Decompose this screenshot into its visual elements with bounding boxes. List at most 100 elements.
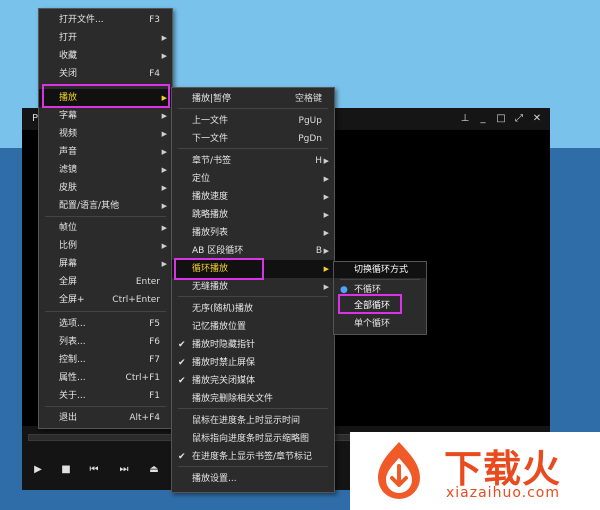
submenu-arrow-icon: ▶ bbox=[323, 283, 329, 291]
main-context-menu: 打开文件... F3 打开 ▶ 收藏 ▶ 关闭 F4 播放 ▶ 字幕 ▶ 视频 ▶ 声音 ▶ 滤镜 ▶ 皮肤 ▶ 配置/… bbox=[38, 8, 173, 429]
main-item[interactable]: 滤镜 ▶ bbox=[39, 161, 172, 179]
main-item[interactable]: 控制... F7 bbox=[39, 351, 172, 369]
play-item[interactable]: 无缝播放 ▶ bbox=[172, 278, 334, 296]
main-item[interactable]: 选项... F5 bbox=[39, 315, 172, 333]
main-item[interactable]: 视频 ▶ bbox=[39, 125, 172, 143]
loop-item[interactable]: ● 不循环 bbox=[334, 282, 426, 299]
play-item-label: 无缝播放 bbox=[192, 282, 229, 292]
play-item[interactable]: 鼠标指向进度条时显示缩略图 bbox=[172, 430, 334, 448]
pin-icon[interactable]: ⊥ bbox=[458, 112, 472, 126]
play-item-label: 记忆播放位置 bbox=[192, 322, 247, 332]
radio-dot-icon: ● bbox=[340, 285, 348, 295]
submenu-arrow-icon: ▶ bbox=[161, 242, 167, 250]
main-item[interactable]: 退出 Alt+F4 bbox=[39, 409, 172, 427]
loop-item-label: 不循环 bbox=[354, 285, 382, 295]
main-item-label: 配置/语言/其他 bbox=[59, 201, 120, 211]
stop-icon[interactable]: ■ bbox=[56, 460, 76, 480]
flame-logo-icon bbox=[378, 442, 420, 499]
loop-item-label: 全部循环 bbox=[354, 301, 391, 311]
submenu-arrow-icon: ▶ bbox=[323, 265, 329, 273]
play-item-label: AB 区段循环 bbox=[192, 246, 244, 256]
loop-item[interactable]: 单个循环 bbox=[334, 316, 426, 333]
play-item-shortcut: H bbox=[315, 156, 322, 166]
submenu-arrow-icon: ▶ bbox=[161, 202, 167, 210]
play-item-shortcut: 空格键 bbox=[294, 94, 322, 104]
main-item-shortcut: F6 bbox=[149, 337, 160, 347]
play-item[interactable]: AB 区段循环 B ▶ bbox=[172, 242, 334, 260]
play-item[interactable]: 鼠标在进度条上时显示时间 bbox=[172, 412, 334, 430]
menu-separator bbox=[178, 408, 328, 409]
play-item[interactable]: ✔ 播放时禁止屏保 bbox=[172, 354, 334, 372]
next-icon[interactable]: ⏭ bbox=[114, 460, 134, 480]
checkmark-icon: ✔ bbox=[178, 452, 186, 462]
main-item-shortcut: F1 bbox=[149, 391, 160, 401]
watermark-logo: 下载火 xiazaihuo.com bbox=[350, 432, 600, 510]
main-item[interactable]: 声音 ▶ bbox=[39, 143, 172, 161]
play-item-label: 上一文件 bbox=[192, 116, 229, 126]
play-item[interactable]: 播放列表 ▶ bbox=[172, 224, 334, 242]
submenu-arrow-icon: ▶ bbox=[161, 148, 167, 156]
main-item[interactable]: 全屏+ Ctrl+Enter bbox=[39, 291, 172, 309]
menu-separator bbox=[45, 311, 166, 312]
main-item[interactable]: 打开 ▶ bbox=[39, 29, 172, 47]
minimize-icon[interactable]: _ bbox=[476, 112, 490, 126]
restore-icon[interactable]: □ bbox=[494, 112, 508, 126]
play-item[interactable]: ✔ 播放完关闭媒体 bbox=[172, 372, 334, 390]
main-item-label: 打开 bbox=[59, 33, 78, 43]
main-item[interactable]: 皮肤 ▶ bbox=[39, 179, 172, 197]
main-item-shortcut: F5 bbox=[149, 319, 160, 329]
main-item-label: 播放 bbox=[59, 93, 78, 103]
loop-item[interactable]: 全部循环 bbox=[334, 298, 426, 315]
main-item-label: 声音 bbox=[59, 147, 78, 157]
play-item[interactable]: 播放|暂停 空格键 bbox=[172, 90, 334, 108]
play-item[interactable]: ✔ 播放时隐藏指针 bbox=[172, 336, 334, 354]
main-item[interactable]: 比例 ▶ bbox=[39, 237, 172, 255]
main-item-label: 全屏+ bbox=[59, 295, 85, 305]
main-item-label: 关闭 bbox=[59, 69, 78, 79]
main-item[interactable]: 帧位 ▶ bbox=[39, 219, 172, 237]
fullscreen-icon[interactable]: ⤢ bbox=[512, 112, 526, 126]
play-item[interactable]: 播放完删除相关文件 bbox=[172, 390, 334, 408]
play-item[interactable]: 记忆播放位置 bbox=[172, 318, 334, 336]
play-item[interactable]: 播放设置... bbox=[172, 470, 334, 488]
submenu-arrow-icon: ▶ bbox=[161, 112, 167, 120]
main-item[interactable]: 属性... Ctrl+F1 bbox=[39, 369, 172, 387]
main-item-label: 控制... bbox=[59, 355, 86, 365]
play-item[interactable]: 播放速度 ▶ bbox=[172, 188, 334, 206]
play-item[interactable]: 跳略播放 ▶ bbox=[172, 206, 334, 224]
brand-url: xiazaihuo.com bbox=[446, 485, 560, 501]
play-item[interactable]: 章节/书签 H ▶ bbox=[172, 152, 334, 170]
main-item[interactable]: 播放 ▶ bbox=[39, 89, 172, 107]
play-icon[interactable]: ▶ bbox=[28, 460, 48, 480]
play-item-label: 下一文件 bbox=[192, 134, 229, 144]
main-item[interactable]: 列表... F6 bbox=[39, 333, 172, 351]
close-icon[interactable]: ✕ bbox=[530, 112, 544, 126]
main-item[interactable]: 全屏 Enter bbox=[39, 273, 172, 291]
eject-icon[interactable]: ⏏ bbox=[144, 460, 164, 480]
play-item[interactable]: ✔ 在进度条上显示书签/章节标记 bbox=[172, 448, 334, 466]
play-item-label: 章节/书签 bbox=[192, 156, 232, 166]
play-item[interactable]: 下一文件 PgDn bbox=[172, 130, 334, 148]
main-item[interactable]: 屏幕 ▶ bbox=[39, 255, 172, 273]
main-item[interactable]: 关闭 F4 bbox=[39, 65, 172, 83]
submenu-arrow-icon: ▶ bbox=[161, 34, 167, 42]
main-item-label: 帧位 bbox=[59, 223, 78, 233]
main-item-shortcut: F4 bbox=[149, 69, 160, 79]
play-item[interactable]: 无序(随机)播放 bbox=[172, 300, 334, 318]
loop-menu-header: 切换循环方式 bbox=[334, 262, 426, 278]
main-item-label: 屏幕 bbox=[59, 259, 78, 269]
previous-icon[interactable]: ⏮ bbox=[84, 460, 104, 480]
main-item[interactable]: 关于... F1 bbox=[39, 387, 172, 405]
main-item[interactable]: 收藏 ▶ bbox=[39, 47, 172, 65]
play-item[interactable]: 上一文件 PgUp bbox=[172, 112, 334, 130]
main-item-label: 选项... bbox=[59, 319, 86, 329]
checkmark-icon: ✔ bbox=[178, 358, 186, 368]
main-item-label: 退出 bbox=[59, 413, 78, 423]
play-item[interactable]: 定位 ▶ bbox=[172, 170, 334, 188]
play-item[interactable]: 循环播放 ▶ bbox=[172, 260, 334, 278]
submenu-arrow-icon: ▶ bbox=[323, 229, 329, 237]
main-item[interactable]: 配置/语言/其他 ▶ bbox=[39, 197, 172, 215]
main-item-label: 列表... bbox=[59, 337, 86, 347]
main-item[interactable]: 打开文件... F3 bbox=[39, 11, 172, 29]
main-item[interactable]: 字幕 ▶ bbox=[39, 107, 172, 125]
